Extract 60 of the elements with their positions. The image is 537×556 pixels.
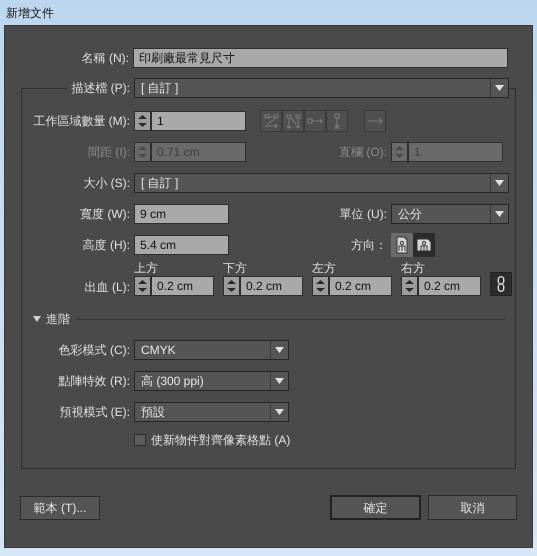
field-label: 單位 (U): <box>338 206 388 223</box>
field-label: 點陣特效 (R): <box>58 373 131 390</box>
templates-button[interactable]: 範本 (T)... <box>20 496 100 520</box>
layout-icon[interactable] <box>304 110 326 132</box>
stepper-icon[interactable] <box>223 276 240 296</box>
layout-icon[interactable] <box>326 110 348 132</box>
window-title: 新增文件 <box>6 4 54 22</box>
field-label: 寬度 (W): <box>79 206 131 223</box>
checkbox-label: 使新物件對齊像素格點 (A) <box>151 432 290 449</box>
input-field[interactable]: 5.4 cm <box>134 235 229 255</box>
layout-icon[interactable] <box>260 110 282 132</box>
dropdown[interactable]: 高 (300 ppi) <box>134 371 289 391</box>
caret-icon <box>495 85 504 91</box>
input-field[interactable]: 9 cm <box>134 204 229 224</box>
caret-icon <box>275 409 284 415</box>
input-field[interactable]: 1 <box>151 111 246 131</box>
field-label: 間距 (I): <box>87 144 131 161</box>
stepper-icon[interactable] <box>401 276 418 296</box>
field-label: 出血 (L): <box>84 279 131 296</box>
stepper-icon[interactable] <box>391 142 408 162</box>
dropdown[interactable]: [ 自訂 ] <box>134 173 509 193</box>
field-caption: 下方 <box>223 261 248 276</box>
cancel-button[interactable]: 取消 <box>428 495 517 520</box>
dropdown[interactable]: 公分 <box>391 204 509 224</box>
dropdown[interactable]: CMYK <box>134 340 289 360</box>
field-label: 方向： <box>350 237 388 254</box>
advanced-toggle[interactable]: 進階 <box>33 310 70 328</box>
caret-icon <box>275 378 284 384</box>
input-field[interactable]: 0.2 cm <box>240 276 303 296</box>
dropdown[interactable]: [ 自訂 ] <box>134 78 509 98</box>
caret-icon <box>275 347 284 353</box>
stepper-icon[interactable] <box>312 276 329 296</box>
field-label: 名稱 (N): <box>80 50 130 67</box>
field-caption: 左方 <box>312 261 337 276</box>
ok-button[interactable]: 確定 <box>330 495 421 520</box>
caret-icon <box>33 316 41 322</box>
input-field[interactable]: 印刷廠最常見尺寸 <box>133 48 508 68</box>
caret-icon <box>495 211 504 217</box>
field-label: 工作區域數量 (M): <box>32 113 131 130</box>
field-caption: 右方 <box>401 261 426 276</box>
input-field[interactable]: 0.2 cm <box>329 276 392 296</box>
caret-icon <box>495 180 504 186</box>
checkbox[interactable] <box>134 434 146 446</box>
landscape-icon[interactable] <box>413 233 435 257</box>
field-label: 直欄 (O): <box>338 144 388 161</box>
field-label: 高度 (H): <box>82 237 131 254</box>
layout-icon[interactable] <box>282 110 304 132</box>
input-field[interactable]: 0.2 cm <box>418 276 481 296</box>
field-caption: 上方 <box>134 261 159 276</box>
field-label: 描述檔 (P): <box>67 79 134 97</box>
dropdown[interactable]: 預設 <box>134 402 289 422</box>
stepper-icon[interactable] <box>134 142 151 162</box>
stepper-icon[interactable] <box>134 276 151 296</box>
input-field[interactable]: 0.2 cm <box>151 276 214 296</box>
link-icon[interactable] <box>490 272 512 296</box>
field-label: 預視模式 (E): <box>58 404 131 421</box>
stepper-icon[interactable] <box>134 111 151 131</box>
field-label: 色彩模式 (C): <box>58 342 131 359</box>
portrait-icon[interactable] <box>391 233 413 257</box>
field-label: 大小 (S): <box>82 175 131 192</box>
